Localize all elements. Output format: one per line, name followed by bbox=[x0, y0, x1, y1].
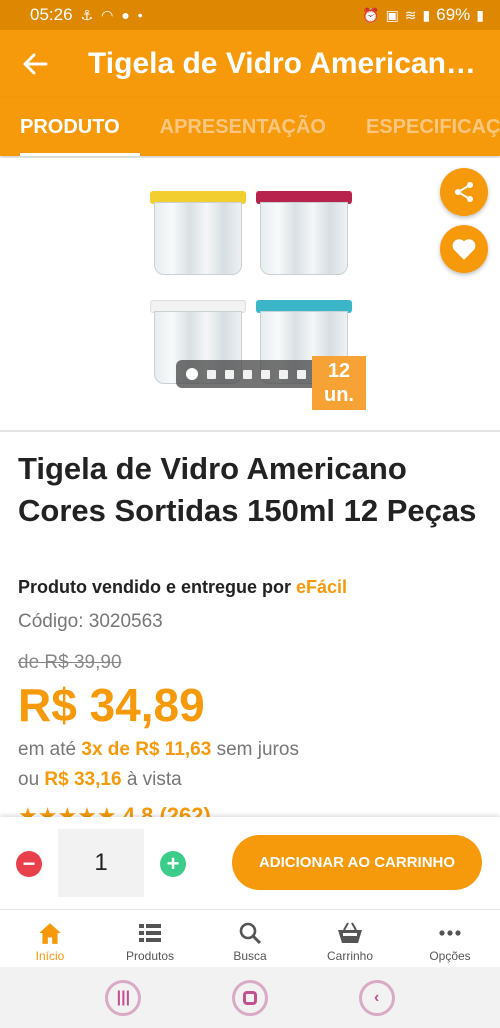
nav-label: Opções bbox=[429, 949, 471, 963]
quantity-field[interactable]: 1 bbox=[58, 829, 144, 897]
pagination-dot[interactable] bbox=[207, 369, 216, 379]
more-icon bbox=[438, 920, 462, 946]
increase-quantity-button[interactable]: + bbox=[160, 851, 186, 877]
cash-price-info: ou R$ 33,16 à vista bbox=[18, 769, 182, 791]
product-image-bowl-red bbox=[256, 191, 352, 275]
bottom-navigation: Início Produtos Busca Carrinho Opções bbox=[0, 909, 500, 967]
wifi-icon: ≋ bbox=[404, 6, 417, 23]
back-system-button[interactable]: ‹ bbox=[358, 979, 395, 1016]
signal-icon: ▮ bbox=[422, 6, 431, 23]
whatsapp-icon: ● bbox=[121, 7, 130, 23]
share-button[interactable] bbox=[440, 168, 488, 216]
add-to-cart-button[interactable]: ADICIONAR AO CARRINHO bbox=[232, 835, 482, 890]
notification-icon: ◠ bbox=[101, 6, 114, 23]
usb-icon: ⚓ bbox=[80, 6, 94, 23]
product-gallery[interactable]: 12 un. bbox=[0, 158, 500, 430]
recent-apps-icon: ||| bbox=[116, 988, 131, 1006]
pagination-dot[interactable] bbox=[243, 369, 252, 379]
rating[interactable]: ★★★★★ 4,8 (262) bbox=[18, 803, 211, 817]
tab-apresentacao[interactable]: APRESENTAÇÃO bbox=[140, 98, 346, 156]
nav-label: Carrinho bbox=[326, 949, 374, 963]
share-icon bbox=[455, 182, 473, 202]
product-code: Código: 3020563 bbox=[18, 611, 163, 632]
alarm-icon: ⏰ bbox=[362, 6, 380, 23]
arrow-left-icon bbox=[23, 53, 48, 75]
tab-bar: PRODUTO APRESENTAÇÃO ESPECIFICAÇÕES bbox=[0, 98, 500, 156]
cart-icon bbox=[335, 920, 365, 946]
cash-prefix: ou bbox=[18, 769, 45, 790]
pagination-dot[interactable] bbox=[261, 369, 270, 379]
product-title: Tigela de Vidro Americano Cores Sortidas… bbox=[18, 451, 477, 528]
product-image-bowl-yellow bbox=[150, 191, 246, 275]
page-title: Tigela de Vidro Americano Cores Sortidas… bbox=[88, 47, 478, 80]
seller-prefix: Produto vendido e entregue por bbox=[18, 577, 297, 597]
units-badge: 12 un. bbox=[312, 356, 366, 410]
favorite-button[interactable] bbox=[440, 225, 488, 273]
heart-icon bbox=[452, 239, 476, 260]
rating-value: 4,8 bbox=[122, 803, 154, 817]
nav-produtos[interactable]: Produtos bbox=[100, 910, 200, 967]
seller-info: Produto vendido e entregue por eFácil bbox=[18, 577, 347, 598]
rating-stars: ★★★★★ bbox=[18, 803, 117, 817]
installments-info: em até 3x de R$ 11,63 sem juros bbox=[18, 739, 299, 761]
cash-suffix: à vista bbox=[121, 769, 182, 790]
installments-suffix: sem juros bbox=[211, 739, 299, 760]
nav-carrinho[interactable]: Carrinho bbox=[300, 910, 400, 967]
cash-value: R$ 33,16 bbox=[44, 769, 122, 790]
installments-prefix: em até bbox=[18, 739, 82, 760]
pagination-dot[interactable] bbox=[279, 369, 288, 379]
back-chevron-icon: ‹ bbox=[373, 988, 380, 1006]
dot-icon: • bbox=[137, 7, 143, 23]
cart-bar: − 1 + ADICIONAR AO CARRINHO bbox=[0, 817, 500, 909]
rating-count: (262) bbox=[159, 803, 211, 817]
current-price: R$ 34,89 bbox=[18, 679, 205, 731]
nav-opcoes[interactable]: Opções bbox=[400, 910, 500, 967]
home-circle-icon bbox=[242, 990, 257, 1005]
battery-level: 69% bbox=[436, 5, 471, 24]
sim-icon: ▣ bbox=[385, 6, 399, 23]
pagination-dot[interactable] bbox=[186, 368, 198, 380]
nav-label: Início bbox=[35, 949, 65, 963]
divider bbox=[0, 430, 500, 432]
status-bar: 05:26 ⚓ ◠ ● • ⏰ ▣ ≋ ▮ 69% ▮ bbox=[0, 0, 500, 30]
nav-label: Produtos bbox=[125, 949, 175, 963]
clock: 05:26 bbox=[30, 5, 73, 24]
installments-value: 3x de R$ 11,63 bbox=[81, 739, 212, 760]
pagination-dot[interactable] bbox=[225, 369, 234, 379]
home-icon bbox=[37, 920, 63, 946]
decrease-quantity-button[interactable]: − bbox=[16, 851, 42, 877]
home-system-button[interactable] bbox=[231, 979, 268, 1016]
system-navigation-bar: ||| ‹ bbox=[0, 967, 500, 1028]
old-price: de R$ 39,90 bbox=[18, 652, 122, 673]
tab-produto[interactable]: PRODUTO bbox=[0, 98, 140, 156]
list-icon bbox=[138, 920, 162, 946]
back-button[interactable] bbox=[0, 30, 70, 98]
app-bar: Tigela de Vidro Americano Cores Sortidas… bbox=[0, 30, 500, 98]
gallery-pagination bbox=[176, 360, 324, 388]
seller-link[interactable]: eFácil bbox=[296, 577, 347, 597]
search-icon bbox=[238, 920, 262, 946]
tab-especificacoes[interactable]: ESPECIFICAÇÕES bbox=[346, 98, 500, 156]
battery-icon: ▮ bbox=[476, 6, 484, 23]
nav-busca[interactable]: Busca bbox=[200, 910, 300, 967]
pagination-dot[interactable] bbox=[297, 369, 306, 379]
nav-inicio[interactable]: Início bbox=[0, 910, 100, 967]
nav-label: Busca bbox=[233, 949, 267, 963]
recent-apps-button[interactable]: ||| bbox=[105, 979, 142, 1016]
